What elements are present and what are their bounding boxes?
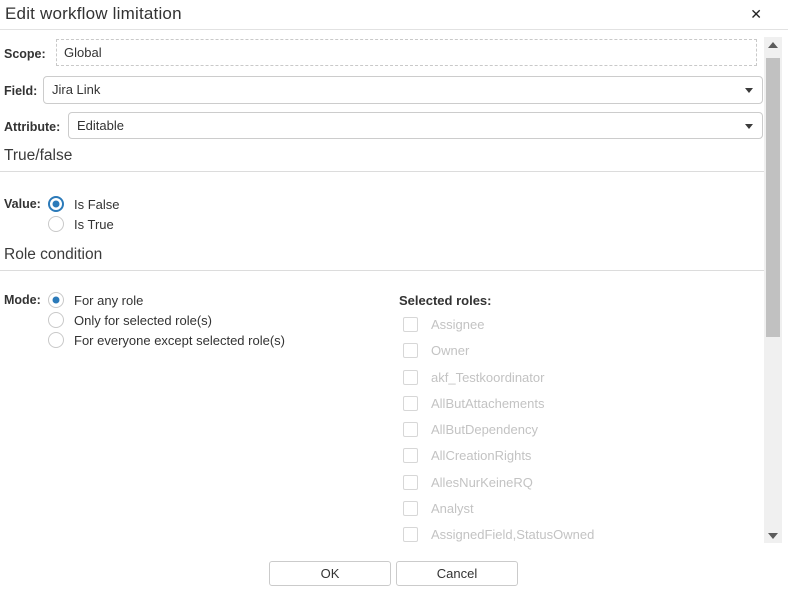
radio-option-label[interactable]: For everyone except selected role(s) — [74, 333, 285, 348]
role-label: AllesNurKeineRQ — [431, 475, 533, 490]
mode-label: Mode: — [4, 293, 41, 307]
radio-option-is-false[interactable]: Is False — [48, 196, 120, 212]
scope-field: Global — [56, 39, 757, 66]
role-checkbox — [403, 527, 418, 542]
role-list-item: Owner — [403, 343, 594, 369]
attribute-dropdown[interactable]: Editable — [68, 112, 763, 139]
section-divider — [0, 171, 764, 172]
role-label: Assignee — [431, 317, 484, 332]
title-divider — [0, 29, 788, 30]
section-heading-true-false: True/false — [4, 147, 72, 165]
role-list-item: AllButDependency — [403, 422, 594, 448]
dialog-title: Edit workflow limitation — [5, 4, 182, 24]
role-checkbox — [403, 475, 418, 490]
role-list-item: Analyst — [403, 501, 594, 527]
attribute-dropdown-value: Editable — [77, 118, 124, 133]
section-divider — [0, 270, 764, 271]
role-list-item: AllesNurKeineRQ — [403, 475, 594, 501]
radio-option-label[interactable]: Only for selected role(s) — [74, 313, 212, 328]
role-list-item: AllCreationRights — [403, 448, 594, 474]
scrollbar-down-button[interactable] — [764, 528, 782, 543]
radio-option-label[interactable]: Is True — [74, 217, 114, 232]
role-label: Analyst — [431, 501, 474, 516]
radio-selected-icon[interactable] — [48, 292, 64, 308]
role-checkbox — [403, 317, 418, 332]
role-label: akf_Testkoordinator — [431, 370, 544, 385]
role-list-item: Assignee — [403, 317, 594, 343]
radio-unselected-icon[interactable] — [48, 312, 64, 328]
role-label: Owner — [431, 343, 469, 358]
role-label: AllButDependency — [431, 422, 538, 437]
radio-option-label[interactable]: For any role — [74, 293, 143, 308]
scope-label: Scope: — [4, 47, 46, 61]
role-label: AllButAttachements — [431, 396, 544, 411]
role-checkbox — [403, 343, 418, 358]
field-dropdown[interactable]: Jira Link — [43, 76, 763, 104]
role-checkbox — [403, 370, 418, 385]
radio-option-label[interactable]: Is False — [74, 197, 120, 212]
ok-button[interactable]: OK — [269, 561, 391, 586]
role-label: AllCreationRights — [431, 448, 531, 463]
chevron-down-icon — [745, 124, 753, 129]
role-checkbox — [403, 501, 418, 516]
radio-unselected-icon[interactable] — [48, 332, 64, 348]
radio-unselected-icon[interactable] — [48, 216, 64, 232]
role-checkbox — [403, 422, 418, 437]
field-label: Field: — [4, 84, 37, 98]
scrollbar-up-button[interactable] — [764, 37, 782, 52]
role-list-item: AllButAttachements — [403, 396, 594, 422]
radio-selected-icon[interactable] — [48, 196, 64, 212]
close-icon[interactable]: ✕ — [750, 6, 762, 22]
role-list-item: akf_Testkoordinator — [403, 370, 594, 396]
arrow-up-icon — [768, 42, 778, 48]
role-list-item: AssignedField,StatusOwned — [403, 527, 594, 553]
vertical-scrollbar[interactable] — [764, 37, 782, 543]
radio-option-everyone-except[interactable]: For everyone except selected role(s) — [48, 332, 285, 348]
value-label: Value: — [4, 197, 41, 211]
radio-option-only-selected-roles[interactable]: Only for selected role(s) — [48, 312, 212, 328]
selected-roles-label: Selected roles: — [399, 293, 492, 308]
cancel-button[interactable]: Cancel — [396, 561, 518, 586]
radio-option-for-any-role[interactable]: For any role — [48, 292, 143, 308]
role-checkbox — [403, 396, 418, 411]
field-dropdown-value: Jira Link — [52, 82, 100, 97]
arrow-down-icon — [768, 533, 778, 539]
selected-roles-list: Assignee Owner akf_Testkoordinator AllBu… — [403, 317, 594, 554]
chevron-down-icon — [745, 88, 753, 93]
scrollbar-thumb[interactable] — [766, 58, 780, 337]
role-label: AssignedField,StatusOwned — [431, 527, 594, 542]
role-checkbox — [403, 448, 418, 463]
section-heading-role-condition: Role condition — [4, 246, 102, 264]
radio-option-is-true[interactable]: Is True — [48, 216, 114, 232]
attribute-label: Attribute: — [4, 120, 60, 134]
